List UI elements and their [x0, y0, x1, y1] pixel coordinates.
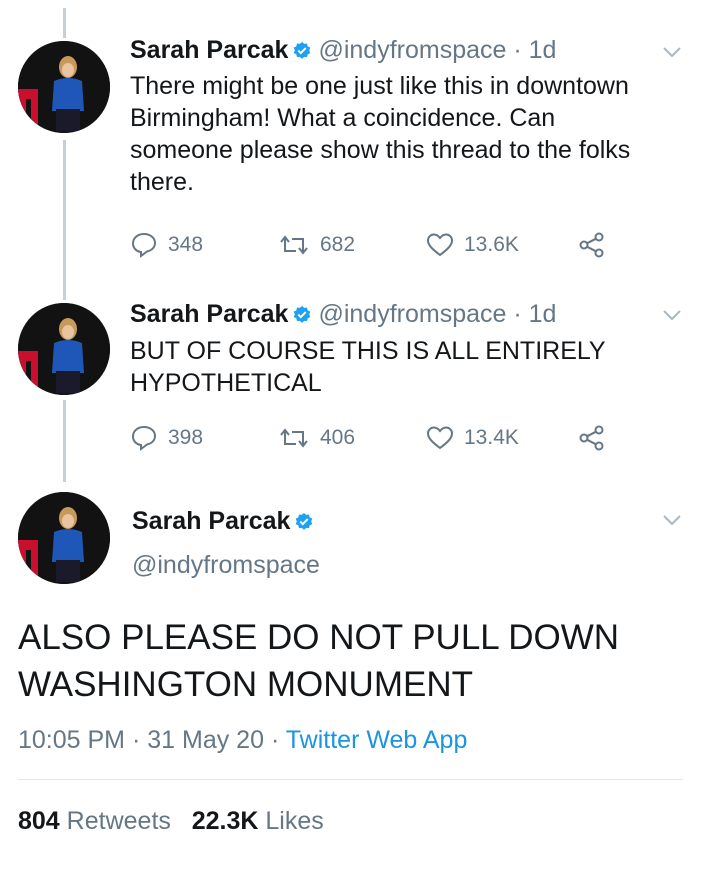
retweet-count: 682	[320, 233, 356, 256]
reply-count: 398	[168, 426, 204, 449]
share-icon	[579, 232, 604, 258]
likes-stat[interactable]: 22.3K Likes	[192, 807, 324, 835]
likes-label: Likes	[265, 807, 324, 835]
engagement-stats: 804 Retweets 22.3K Likes	[18, 806, 324, 836]
meta-separator: ·	[131, 726, 141, 754]
like-icon	[426, 233, 454, 257]
author-name[interactable]: Sarah Parcak	[130, 36, 288, 64]
reply-icon	[131, 425, 157, 451]
tweet-time[interactable]: · 1d	[513, 36, 556, 64]
tweet-text-line: someone please show this thread to the f…	[130, 136, 631, 164]
retweet-icon	[280, 428, 308, 448]
verified-badge-icon	[292, 302, 312, 332]
tweet-text-line: WASHINGTON MONUMENT	[18, 665, 473, 704]
tweet-meta: 10:05 PM · 31 May 20 · Twitter Web App	[18, 725, 467, 755]
main-tweet-text: ALSO PLEASE DO NOT PULL DOWN WASHINGTON …	[18, 614, 688, 708]
tweet-text-line: Birmingham! What a coincidence. Can	[130, 104, 556, 132]
like-icon	[426, 426, 454, 450]
chevron-down-icon[interactable]	[661, 304, 683, 326]
retweet-icon	[280, 235, 308, 255]
reply-count: 348	[168, 233, 204, 256]
tweet-date[interactable]: 31 May 20	[147, 726, 264, 754]
tweet-header: Sarah Parcak @indyfromspace · 1d	[130, 299, 556, 332]
like-count: 13.4K	[464, 426, 519, 449]
tweet-actions: 348 682 13.6K	[130, 232, 616, 258]
share-button[interactable]	[578, 425, 616, 451]
like-button[interactable]: 13.4K	[426, 425, 578, 451]
retweets-label: Retweets	[66, 807, 171, 835]
share-button[interactable]	[578, 232, 616, 258]
verified-badge-icon	[294, 509, 314, 539]
like-count: 13.6K	[464, 233, 519, 256]
author-handle[interactable]: @indyfromspace	[132, 550, 320, 580]
author-handle[interactable]: @indyfromspace	[318, 300, 506, 328]
main-author: Sarah Parcak	[132, 506, 320, 539]
tweet-time[interactable]: · 1d	[513, 300, 556, 328]
tweet-text: There might be one just like this in dow…	[130, 70, 690, 198]
reply-button[interactable]: 348	[130, 232, 278, 258]
tweet-text-line: BUT OF COURSE THIS IS ALL ENTIRELY	[130, 337, 606, 365]
tweet-text: BUT OF COURSE THIS IS ALL ENTIRELY HYPOT…	[130, 335, 690, 399]
avatar[interactable]	[18, 41, 110, 133]
tweet-header: Sarah Parcak @indyfromspace · 1d	[130, 35, 556, 68]
retweet-button[interactable]: 406	[278, 426, 426, 450]
author-handle[interactable]: @indyfromspace	[318, 36, 506, 64]
tweet-actions: 398 406 13.4K	[130, 425, 616, 451]
tweet-text-line: HYPOTHETICAL	[130, 369, 322, 397]
retweet-count: 406	[320, 426, 356, 449]
tweet-timestamp[interactable]: 10:05 PM	[18, 726, 125, 754]
retweets-stat[interactable]: 804 Retweets	[18, 807, 171, 835]
reply-button[interactable]: 398	[130, 425, 278, 451]
divider	[18, 779, 683, 780]
meta-separator: ·	[270, 726, 280, 754]
tweet-text-line: there.	[130, 168, 194, 196]
source-app-link[interactable]: Twitter Web App	[286, 726, 468, 754]
like-button[interactable]: 13.6K	[426, 232, 578, 258]
reply-icon	[131, 232, 157, 258]
tweet-text-line: ALSO PLEASE DO NOT PULL DOWN	[18, 618, 619, 657]
verified-badge-icon	[292, 38, 312, 68]
author-name[interactable]: Sarah Parcak	[130, 300, 288, 328]
chevron-down-icon[interactable]	[661, 509, 683, 531]
chevron-down-icon[interactable]	[661, 41, 683, 63]
thread-connector	[63, 400, 66, 482]
avatar[interactable]	[18, 492, 110, 584]
like-total: 22.3K	[191, 807, 259, 835]
share-icon	[579, 425, 604, 451]
avatar[interactable]	[18, 303, 110, 395]
author-name[interactable]: Sarah Parcak	[132, 507, 290, 535]
thread-connector-top	[63, 8, 66, 38]
thread-connector	[63, 140, 66, 300]
tweet-text-line: There might be one just like this in dow…	[130, 72, 629, 100]
retweet-button[interactable]: 682	[278, 233, 426, 257]
retweet-total: 804	[18, 807, 60, 835]
